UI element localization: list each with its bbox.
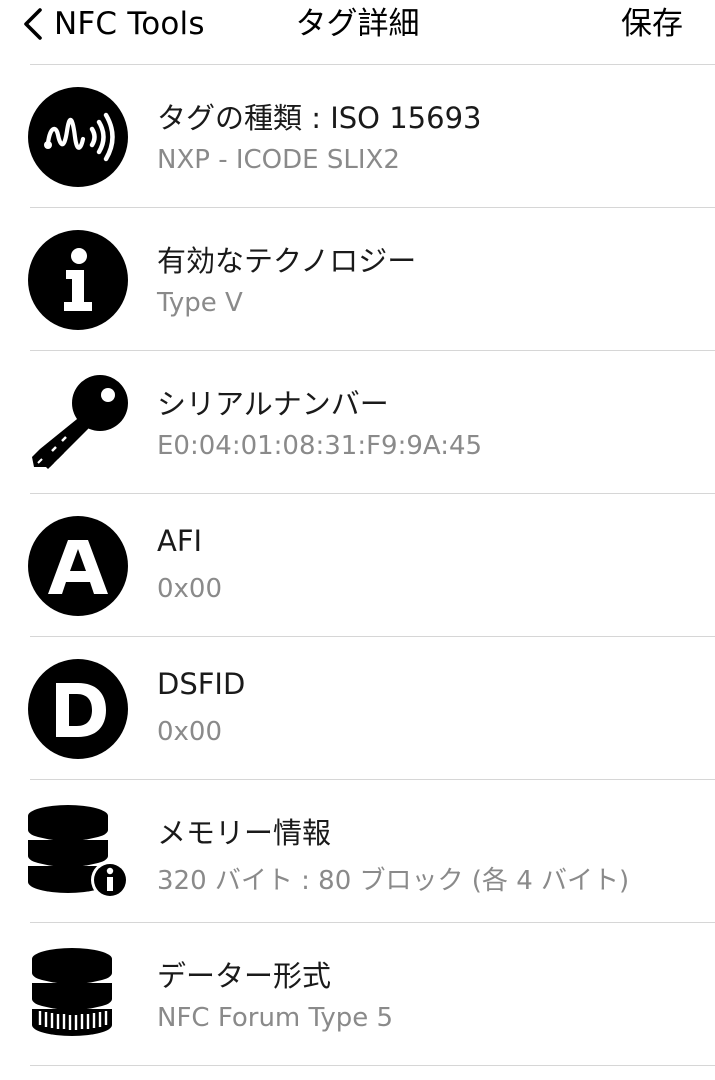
- back-button-label: NFC Tools: [54, 6, 205, 42]
- nfc-wave-icon: [28, 87, 128, 187]
- row-value: Type V: [157, 288, 243, 318]
- chevron-left-icon: [24, 8, 42, 40]
- row-title: AFI: [157, 524, 203, 558]
- row-value: 320 バイト : 80 ブロック (各 4 バイト): [157, 866, 630, 896]
- info-icon: [28, 230, 128, 330]
- navigation-bar: NFC Tools タグ詳細 保存: [24, 0, 715, 65]
- save-button[interactable]: 保存: [621, 4, 683, 44]
- row-title: データー形式: [157, 959, 332, 993]
- list-item-technologies[interactable]: 有効なテクノロジー Type V: [28, 208, 715, 351]
- row-value: NFC Forum Type 5: [157, 1003, 394, 1033]
- row-title: 有効なテクノロジー: [157, 244, 417, 278]
- list-item-memory-info[interactable]: メモリー情報 320 バイト : 80 ブロック (各 4 バイト): [28, 780, 715, 923]
- row-value: 0x00: [157, 717, 223, 747]
- letter-a-icon: [28, 516, 128, 616]
- row-title: シリアルナンバー: [157, 387, 389, 421]
- key-icon: [28, 373, 128, 473]
- database-format-icon: [28, 945, 128, 1045]
- list-item-data-format[interactable]: データー形式 NFC Forum Type 5: [30, 923, 715, 1066]
- back-button[interactable]: NFC Tools: [16, 4, 205, 44]
- database-info-icon: [28, 802, 128, 902]
- list-item-dsfid[interactable]: DSFID 0x00: [28, 637, 715, 780]
- row-value: E0:04:01:08:31:F9:9A:45: [157, 431, 483, 461]
- list-item-tag-type[interactable]: タグの種類 : ISO 15693 NXP - ICODE SLIX2: [28, 65, 715, 208]
- row-title: メモリー情報: [157, 816, 332, 850]
- row-title: DSFID: [157, 667, 246, 701]
- row-value: 0x00: [157, 574, 223, 604]
- letter-d-icon: [28, 659, 128, 759]
- list-item-afi[interactable]: AFI 0x00: [28, 494, 715, 637]
- tag-details-screen: NFC Tools タグ詳細 保存 タグの種類 : ISO 15693 NXP …: [0, 0, 715, 1080]
- tag-info-list: タグの種類 : ISO 15693 NXP - ICODE SLIX2 有効なテ…: [0, 65, 715, 1066]
- row-title: タグの種類 : ISO 15693: [157, 101, 482, 135]
- row-value: NXP - ICODE SLIX2: [157, 145, 400, 175]
- list-item-serial-number[interactable]: シリアルナンバー E0:04:01:08:31:F9:9A:45: [30, 351, 715, 494]
